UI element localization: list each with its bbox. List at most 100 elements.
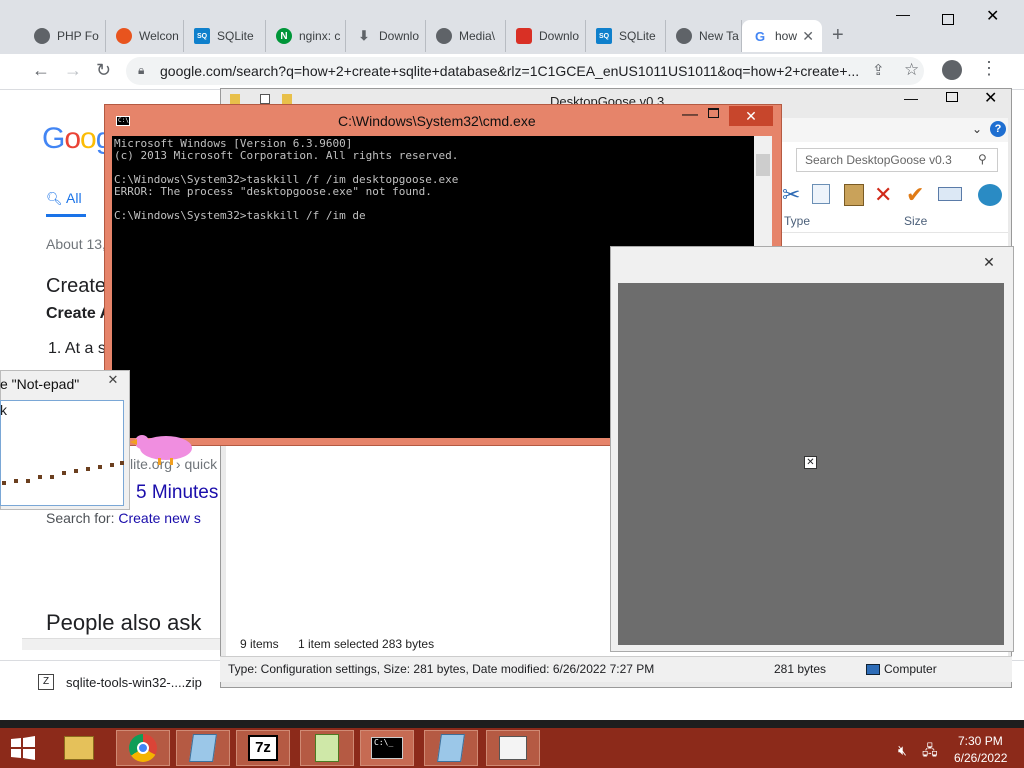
sqlite-icon: SQ — [194, 28, 210, 44]
lock-icon[interactable]: 🔒︎ — [138, 63, 144, 78]
download-item[interactable]: Z sqlite-tools-win32-....zip — [38, 674, 202, 690]
help-icon[interactable]: ? — [990, 121, 1006, 137]
desktop-strip — [1014, 228, 1024, 588]
start-button[interactable] — [0, 730, 46, 766]
taskbar-notepad-plus[interactable] — [300, 730, 354, 766]
cmd-icon: C:\ — [116, 116, 130, 126]
item-count: 9 items — [240, 637, 279, 651]
goose-icon[interactable] — [128, 432, 194, 466]
clock-time[interactable]: 7:30 PM — [958, 734, 1003, 748]
close-tab-icon[interactable]: ✕ — [802, 28, 814, 45]
share-icon[interactable]: ⇪ — [872, 61, 885, 79]
red-download-icon — [516, 28, 532, 44]
results-count: About 13, — [46, 236, 106, 252]
notepad-icon — [189, 734, 217, 762]
close-window-icon[interactable]: ✕ — [986, 6, 999, 26]
explorer-search-input[interactable]: Search DesktopGoose v0.3 — [796, 148, 998, 172]
result-heading: Create — [46, 275, 107, 297]
taskbar-7zip[interactable]: 7z — [236, 730, 290, 766]
reload-icon[interactable]: ↻ — [96, 60, 111, 81]
back-icon[interactable]: ← — [32, 60, 50, 81]
notepad-text-area[interactable] — [0, 400, 124, 506]
paste-icon[interactable] — [844, 184, 864, 206]
menu-kebab-icon[interactable]: ⋮ — [980, 58, 998, 79]
blank-close-icon[interactable]: ✕ — [974, 254, 1004, 272]
cut-icon[interactable]: ✂ — [782, 182, 800, 208]
result-step: 1. At a s — [48, 340, 106, 357]
bookmark-star-icon[interactable]: ☆ — [904, 60, 919, 80]
taskbar-chrome[interactable] — [116, 730, 170, 766]
cmd-close-icon[interactable]: ✕ — [729, 106, 773, 126]
console-prompt[interactable]: C:\Windows\System32>taskkill /f /im de — [114, 210, 366, 222]
notepad-title: e "Not-epad" — [0, 376, 80, 392]
clock-date[interactable]: 6/26/2022 — [954, 751, 1007, 765]
horizontal-scrollbar[interactable] — [22, 638, 222, 650]
tab-sqlite-1[interactable]: SQ SQLite — [184, 20, 266, 52]
goose-footprints — [2, 461, 124, 485]
result-link[interactable]: 5 Minutes — [136, 482, 218, 504]
column-size[interactable]: Size — [904, 214, 927, 228]
notepad-plus-icon — [315, 734, 339, 762]
cmd-title: C:\Windows\System32\cmd.exe — [338, 113, 536, 129]
column-divider — [780, 232, 1008, 233]
explorer-minimize-icon[interactable]: — — [904, 90, 918, 106]
search-icon: 🔍︎ — [46, 191, 63, 206]
tab-newtab[interactable]: New Ta — [666, 20, 742, 52]
console-line: ERROR: The process "desktopgoose.exe" no… — [114, 185, 432, 198]
globe-icon[interactable] — [978, 184, 1002, 206]
result-subheading: Create A — [46, 305, 112, 322]
tab-all[interactable]: All — [66, 190, 82, 206]
notepad-text: k — [0, 402, 7, 418]
file-explorer-icon — [64, 736, 94, 760]
delete-icon[interactable]: ✕ — [874, 182, 892, 208]
tab-welcome[interactable]: Welcon — [106, 20, 184, 52]
cmd-maximize-icon[interactable] — [708, 108, 719, 118]
new-tab-button[interactable]: + — [832, 24, 844, 47]
search-for-link[interactable]: Create new s — [118, 510, 200, 526]
tab-media[interactable]: Media\ — [426, 20, 506, 52]
people-also-ask-heading: People also ask — [46, 610, 202, 635]
properties-icon[interactable] — [260, 94, 270, 104]
google-logo[interactable]: Goog — [42, 122, 112, 156]
taskbar-cmd[interactable]: C:\_ — [360, 730, 414, 766]
computer-icon — [866, 663, 880, 675]
profile-avatar-icon[interactable] — [942, 60, 962, 80]
zip-file-icon: Z — [38, 674, 54, 690]
tab-how-active[interactable]: G how ✕ — [742, 20, 822, 52]
chrome-icon — [129, 734, 157, 762]
url-text[interactable]: google.com/search?q=how+2+create+sqlite+… — [160, 63, 860, 79]
maximize-icon[interactable] — [942, 14, 954, 25]
tab-download-2[interactable]: Downlo — [506, 20, 586, 52]
column-type[interactable]: Type — [784, 214, 810, 228]
tab-php[interactable]: PHP Fo — [24, 20, 106, 52]
minimize-icon[interactable]: — — [896, 6, 910, 22]
forward-icon[interactable]: → — [64, 60, 82, 81]
speaker-muted-icon[interactable]: 🔇︎ — [898, 742, 907, 759]
rename-icon[interactable] — [938, 187, 962, 201]
7zip-icon: 7z — [248, 735, 278, 761]
cmd-scroll-thumb[interactable] — [756, 154, 770, 176]
taskbar-window[interactable] — [486, 730, 540, 766]
details-text: Type: Configuration settings, Size: 281 … — [228, 662, 655, 676]
copy-icon[interactable] — [812, 184, 830, 204]
chrome-icon — [676, 28, 692, 44]
taskbar-notepad-2[interactable] — [424, 730, 478, 766]
notepad-close-icon[interactable]: ✕ — [100, 372, 126, 390]
search-icon[interactable]: ⚲ — [978, 152, 987, 166]
network-icon[interactable]: 🖧︎ — [922, 740, 938, 764]
result-search-for: Search for: Create new s — [46, 510, 201, 526]
cmd-minimize-icon[interactable]: — — [682, 106, 698, 124]
start-icon — [11, 736, 35, 760]
taskbar-file-explorer[interactable] — [52, 730, 106, 766]
chevron-down-icon[interactable]: ⌄ — [972, 122, 982, 136]
checkmark-icon[interactable]: ✔ — [906, 182, 924, 208]
taskbar-notepad-1[interactable] — [176, 730, 230, 766]
new-folder-icon[interactable] — [282, 94, 292, 104]
tab-nginx[interactable]: N nginx: c — [266, 20, 346, 52]
tab-sqlite-2[interactable]: SQ SQLite — [586, 20, 666, 52]
explorer-close-icon[interactable]: ✕ — [984, 88, 997, 108]
tab-download-1[interactable]: ⬇ Downlo — [346, 20, 426, 52]
sqlite-icon: SQ — [596, 28, 612, 44]
explorer-maximize-icon[interactable] — [946, 92, 958, 102]
download-icon: ⬇ — [358, 28, 370, 43]
